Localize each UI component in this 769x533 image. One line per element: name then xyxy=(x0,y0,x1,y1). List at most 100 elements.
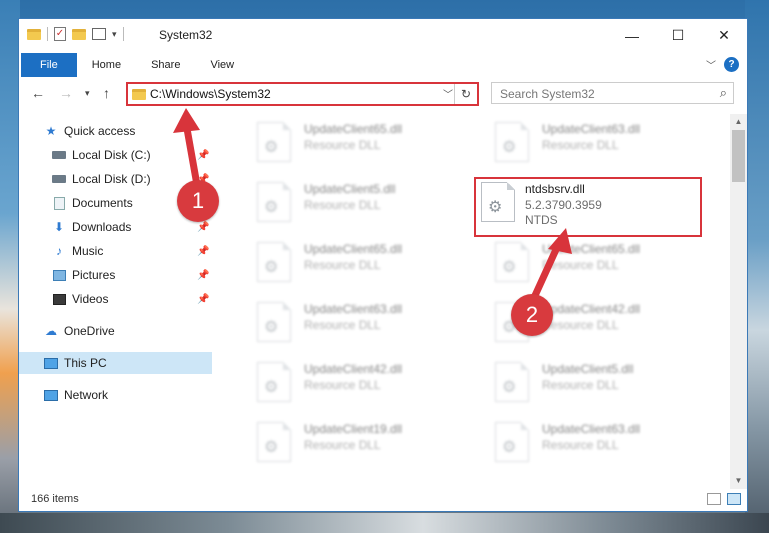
forward-arrow-icon[interactable]: → xyxy=(59,85,73,101)
file-type: Resource DLL xyxy=(304,318,381,332)
large-icons-view-icon[interactable] xyxy=(727,493,741,505)
pin-icon[interactable]: 📌 xyxy=(197,246,209,257)
file-item[interactable]: ⚙ UpdateClient65.dll Resource DLL xyxy=(239,238,459,290)
file-name: UpdateClient42.dll xyxy=(304,362,403,376)
maximize-button[interactable]: ☐ xyxy=(655,19,701,52)
file-item[interactable]: ⚙ UpdateClient65.dll Resource DLL xyxy=(477,238,697,290)
tab-view[interactable]: View xyxy=(195,53,249,77)
tab-home[interactable]: Home xyxy=(77,53,136,77)
file-item[interactable]: ⚙ UpdateClient63.dll Resource DLL xyxy=(477,118,697,170)
file-name: UpdateClient65.dll xyxy=(304,242,403,256)
download-icon: ⬇ xyxy=(53,220,65,234)
pin-icon[interactable]: 📌 xyxy=(197,150,209,161)
dll-file-icon: ⚙ xyxy=(257,362,291,402)
search-box[interactable]: Search System32 ⌕ xyxy=(491,82,734,104)
back-arrow-icon[interactable]: ← xyxy=(31,85,45,101)
sidebar-item-onedrive[interactable]: ☁ OneDrive xyxy=(19,320,212,342)
sidebar-item-this-pc[interactable]: This PC xyxy=(19,352,212,374)
sidebar-item-label: Videos xyxy=(72,292,109,306)
search-icon[interactable]: ⌕ xyxy=(720,85,727,101)
file-item[interactable]: ⚙ UpdateClient19.dll Resource DLL xyxy=(239,418,459,470)
sidebar-item-label: Music xyxy=(72,244,104,258)
file-item[interactable]: ⚙ UpdateClient65.dll Resource DLL xyxy=(239,118,459,170)
properties-icon[interactable] xyxy=(92,28,106,40)
sidebar-item-label: Downloads xyxy=(72,220,132,234)
navigation-bar: ← → ▾ ↑ C:\Windows\System32 ﹀ ↻ Search S… xyxy=(19,79,747,107)
address-bar[interactable]: C:\Windows\System32 ﹀ ↻ xyxy=(126,82,479,106)
file-item[interactable]: ⚙ UpdateClient5.dll Resource DLL xyxy=(477,358,697,410)
pin-icon[interactable]: 📌 xyxy=(197,270,209,281)
drive-icon xyxy=(52,172,66,186)
pin-icon[interactable]: 📌 xyxy=(197,222,209,233)
file-name: UpdateClient63.dll xyxy=(542,422,641,436)
sidebar-item-label: Local Disk (C:) xyxy=(72,148,151,162)
dll-file-icon: ⚙ xyxy=(495,422,529,462)
sidebar-item-music[interactable]: ♪ Music 📌 xyxy=(19,240,212,262)
search-input[interactable]: Search System32 xyxy=(500,87,595,101)
expand-ribbon-chevron-icon[interactable]: ﹀ xyxy=(706,57,716,72)
window-title: System32 xyxy=(159,28,213,42)
sidebar-item-label: Pictures xyxy=(72,268,116,282)
details-view-icon[interactable] xyxy=(707,493,721,505)
toolbar-divider xyxy=(122,27,124,41)
step-marker-2: 2 xyxy=(511,294,553,336)
file-name: UpdateClient65.dll xyxy=(304,122,403,136)
file-item[interactable]: ⚙ UpdateClient5.dll Resource DLL xyxy=(239,178,459,230)
computer-icon xyxy=(44,356,58,370)
sidebar-item-downloads[interactable]: ⬇ Downloads 📌 xyxy=(19,216,212,238)
scrollbar-thumb[interactable] xyxy=(732,130,745,182)
file-name: UpdateClient5.dll xyxy=(542,362,634,376)
sidebar-item-label: Local Disk (D:) xyxy=(72,172,151,186)
tab-file[interactable]: File xyxy=(21,53,77,77)
file-name: UpdateClient63.dll xyxy=(542,122,641,136)
file-type: Resource DLL xyxy=(304,378,381,392)
file-type: Resource DLL xyxy=(542,138,619,152)
file-name: UpdateClient63.dll xyxy=(304,302,403,316)
customize-toolbar-icon[interactable]: ▾ xyxy=(112,29,117,40)
desktop-wallpaper-right xyxy=(745,0,769,533)
title-bar: ✓ ▾ System32 — ☐ ✕ xyxy=(19,19,747,53)
dll-file-icon: ⚙ xyxy=(257,302,291,342)
up-arrow-icon[interactable]: ↑ xyxy=(103,85,110,101)
new-folder-icon[interactable] xyxy=(72,28,86,40)
tab-share[interactable]: Share xyxy=(136,53,195,77)
sidebar-item-label: Quick access xyxy=(64,124,136,138)
file-type: Resource DLL xyxy=(542,378,619,392)
minimize-button[interactable]: — xyxy=(609,19,655,52)
help-icon[interactable]: ? xyxy=(724,57,739,72)
toolbar-divider xyxy=(47,27,48,41)
sidebar-item-pictures[interactable]: Pictures 📌 xyxy=(19,264,212,286)
network-icon xyxy=(44,388,58,402)
sidebar-item-network[interactable]: Network xyxy=(19,384,212,406)
window-controls: — ☐ ✕ xyxy=(609,19,747,52)
desktop-wallpaper-left xyxy=(0,0,20,533)
scroll-up-arrow-icon[interactable]: ▲ xyxy=(730,114,747,130)
file-item[interactable]: ⚙ UpdateClient42.dll Resource DLL xyxy=(477,298,697,350)
sidebar-item-label: This PC xyxy=(64,356,107,370)
file-name: UpdateClient5.dll xyxy=(304,182,396,196)
recent-locations-chevron-icon[interactable]: ▾ xyxy=(85,88,90,99)
refresh-icon[interactable]: ↻ xyxy=(454,84,477,104)
pin-icon[interactable]: 📌 xyxy=(197,294,209,305)
properties-check-icon[interactable]: ✓ xyxy=(54,27,66,41)
dll-file-icon: ⚙ xyxy=(257,422,291,462)
address-dropdown-chevron-icon[interactable]: ﹀ xyxy=(443,86,453,101)
file-item[interactable]: ⚙ UpdateClient63.dll Resource DLL xyxy=(477,418,697,470)
file-item[interactable]: ⚙ UpdateClient63.dll Resource DLL xyxy=(239,298,459,350)
sidebar-item-videos[interactable]: Videos 📌 xyxy=(19,288,212,310)
sidebar-item-quick-access[interactable]: ★ Quick access xyxy=(19,120,212,142)
file-type: Resource DLL xyxy=(542,318,619,332)
close-button[interactable]: ✕ xyxy=(701,19,747,52)
dll-file-icon: ⚙ xyxy=(257,182,291,222)
scroll-down-arrow-icon[interactable]: ▼ xyxy=(730,473,747,489)
ribbon-tabs: File Home Share View xyxy=(19,53,747,77)
file-item[interactable]: ⚙ UpdateClient42.dll Resource DLL xyxy=(239,358,459,410)
quick-access-toolbar: ✓ ▾ xyxy=(27,27,124,41)
address-path[interactable]: C:\Windows\System32 xyxy=(150,87,271,101)
navigation-pane: ★ Quick access Local Disk (C:) 📌 Local D… xyxy=(19,114,212,489)
vertical-scrollbar[interactable]: ▲ ▼ xyxy=(730,114,747,489)
folder-icon xyxy=(27,28,41,40)
sidebar-item-local-disk-c[interactable]: Local Disk (C:) 📌 xyxy=(19,144,212,166)
dll-file-icon: ⚙ xyxy=(495,122,529,162)
dll-file-icon: ⚙ xyxy=(257,242,291,282)
